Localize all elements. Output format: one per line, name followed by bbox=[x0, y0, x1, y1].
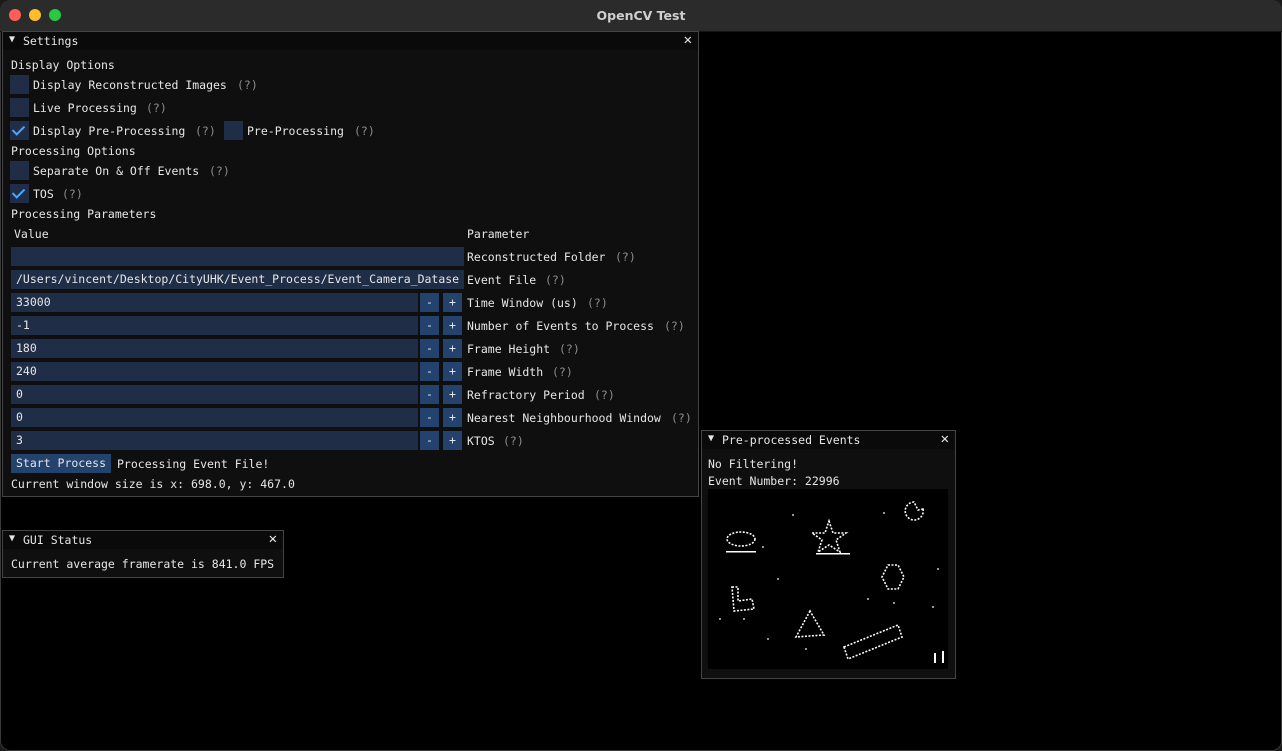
gui-status-close-icon[interactable]: ✕ bbox=[269, 531, 277, 547]
collapse-arrow-icon[interactable]: ▼ bbox=[708, 433, 714, 444]
gui-status-title: GUI Status bbox=[23, 533, 93, 547]
decrement-button[interactable]: - bbox=[420, 431, 439, 450]
start-process-button[interactable]: Start Process bbox=[11, 454, 112, 473]
event-number-text: Event Number: 22996 bbox=[708, 474, 840, 488]
tos-checkbox[interactable] bbox=[10, 184, 29, 203]
preprocessing-checkbox[interactable] bbox=[224, 121, 243, 140]
help-marker[interactable]: (?) bbox=[587, 296, 608, 310]
increment-button[interactable]: + bbox=[443, 293, 462, 312]
display-reconstructed-label: Display Reconstructed Images bbox=[33, 78, 227, 92]
decrement-button[interactable]: - bbox=[420, 362, 439, 381]
help-marker[interactable]: (?) bbox=[552, 365, 573, 379]
processing-options-header: Processing Options bbox=[11, 144, 136, 158]
preprocessed-close-icon[interactable]: ✕ bbox=[941, 431, 949, 447]
gui-status-panel: ▼ GUI Status ✕ Current average framerate… bbox=[2, 530, 284, 578]
settings-close-icon[interactable]: ✕ bbox=[684, 32, 692, 48]
collapse-arrow-icon[interactable]: ▼ bbox=[9, 34, 15, 45]
param-label: Time Window (us) bbox=[467, 296, 578, 310]
param-label: Event File bbox=[467, 273, 537, 287]
time-window-input[interactable]: 33000 bbox=[11, 293, 418, 312]
event-frame-image bbox=[719, 501, 944, 663]
help-marker[interactable]: (?) bbox=[615, 250, 636, 264]
param-label: Nearest Neighbourhood Window bbox=[467, 411, 661, 425]
reconstructed-folder-input[interactable] bbox=[11, 247, 464, 266]
refractory-period-input[interactable]: 0 bbox=[11, 385, 418, 404]
tos-label: TOS bbox=[33, 187, 54, 201]
frame-height-input[interactable]: 180 bbox=[11, 339, 418, 358]
event-image bbox=[708, 489, 948, 669]
decrement-button[interactable]: - bbox=[420, 339, 439, 358]
window-size-text: Current window size is x: 698.0, y: 467.… bbox=[11, 477, 295, 491]
increment-button[interactable]: + bbox=[443, 385, 462, 404]
help-marker[interactable]: (?) bbox=[62, 187, 83, 201]
title-bar[interactable]: OpenCV Test bbox=[0, 0, 1282, 32]
increment-button[interactable]: + bbox=[443, 362, 462, 381]
app-window: OpenCV Test ▼ Settings ✕ Display Options… bbox=[0, 0, 1282, 751]
settings-title: Settings bbox=[23, 34, 79, 48]
help-marker[interactable]: (?) bbox=[664, 319, 685, 333]
decrement-button[interactable]: - bbox=[420, 293, 439, 312]
display-options-header: Display Options bbox=[11, 58, 115, 72]
help-marker[interactable]: (?) bbox=[559, 342, 580, 356]
num-events-input[interactable]: -1 bbox=[11, 316, 418, 335]
display-preprocessing-checkbox[interactable] bbox=[10, 121, 29, 140]
decrement-button[interactable]: - bbox=[420, 316, 439, 335]
help-marker[interactable]: (?) bbox=[503, 434, 524, 448]
display-preprocessing-label: Display Pre-Processing bbox=[33, 124, 186, 138]
param-label: Number of Events to Process bbox=[467, 319, 654, 333]
display-reconstructed-checkbox[interactable] bbox=[10, 75, 29, 94]
nn-window-input[interactable]: 0 bbox=[11, 408, 418, 427]
live-processing-label: Live Processing bbox=[33, 101, 137, 115]
param-label: Refractory Period bbox=[467, 388, 585, 402]
help-marker[interactable]: (?) bbox=[237, 78, 258, 92]
help-marker[interactable]: (?) bbox=[671, 411, 692, 425]
frame-width-input[interactable]: 240 bbox=[11, 362, 418, 381]
parameter-column-header: Parameter bbox=[467, 227, 530, 241]
settings-header[interactable]: ▼ Settings ✕ bbox=[3, 32, 698, 50]
window-title: OpenCV Test bbox=[596, 8, 686, 23]
increment-button[interactable]: + bbox=[443, 316, 462, 335]
param-label: Reconstructed Folder bbox=[467, 250, 606, 264]
increment-button[interactable]: + bbox=[443, 431, 462, 450]
live-processing-checkbox[interactable] bbox=[10, 98, 29, 117]
param-label: Frame Width bbox=[467, 365, 544, 379]
decrement-button[interactable]: - bbox=[420, 408, 439, 427]
processing-parameters-header: Processing Parameters bbox=[11, 207, 157, 221]
framerate-text: Current average framerate is 841.0 FPS bbox=[11, 557, 275, 571]
ktos-input[interactable]: 3 bbox=[11, 431, 418, 450]
filter-text: No Filtering! bbox=[708, 457, 799, 471]
value-column-header: Value bbox=[14, 227, 49, 241]
help-marker[interactable]: (?) bbox=[195, 124, 216, 138]
gui-status-header[interactable]: ▼ GUI Status ✕ bbox=[3, 531, 283, 549]
help-marker[interactable]: (?) bbox=[209, 164, 230, 178]
preprocessed-events-panel: ▼ Pre-processed Events ✕ No Filtering! E… bbox=[701, 430, 956, 679]
increment-button[interactable]: + bbox=[443, 339, 462, 358]
status-text: Processing Event File! bbox=[117, 457, 270, 471]
preprocessing-label: Pre-Processing bbox=[247, 124, 344, 138]
help-marker[interactable]: (?) bbox=[545, 273, 566, 287]
preprocessed-header[interactable]: ▼ Pre-processed Events ✕ bbox=[702, 431, 955, 449]
increment-button[interactable]: + bbox=[443, 408, 462, 427]
help-marker[interactable]: (?) bbox=[594, 388, 615, 402]
separate-events-checkbox[interactable] bbox=[10, 161, 29, 180]
param-label: Frame Height bbox=[467, 342, 551, 356]
preprocessed-title: Pre-processed Events bbox=[722, 433, 861, 447]
settings-panel: ▼ Settings ✕ Display Options Display Rec… bbox=[2, 31, 699, 497]
event-file-input[interactable]: /Users/vincent/Desktop/CityUHK/Event_Pro… bbox=[11, 270, 464, 289]
separate-events-label: Separate On & Off Events bbox=[33, 164, 200, 178]
help-marker[interactable]: (?) bbox=[146, 101, 167, 115]
decrement-button[interactable]: - bbox=[420, 385, 439, 404]
collapse-arrow-icon[interactable]: ▼ bbox=[9, 533, 15, 544]
help-marker[interactable]: (?) bbox=[354, 124, 375, 138]
param-label: KTOS bbox=[467, 434, 495, 448]
